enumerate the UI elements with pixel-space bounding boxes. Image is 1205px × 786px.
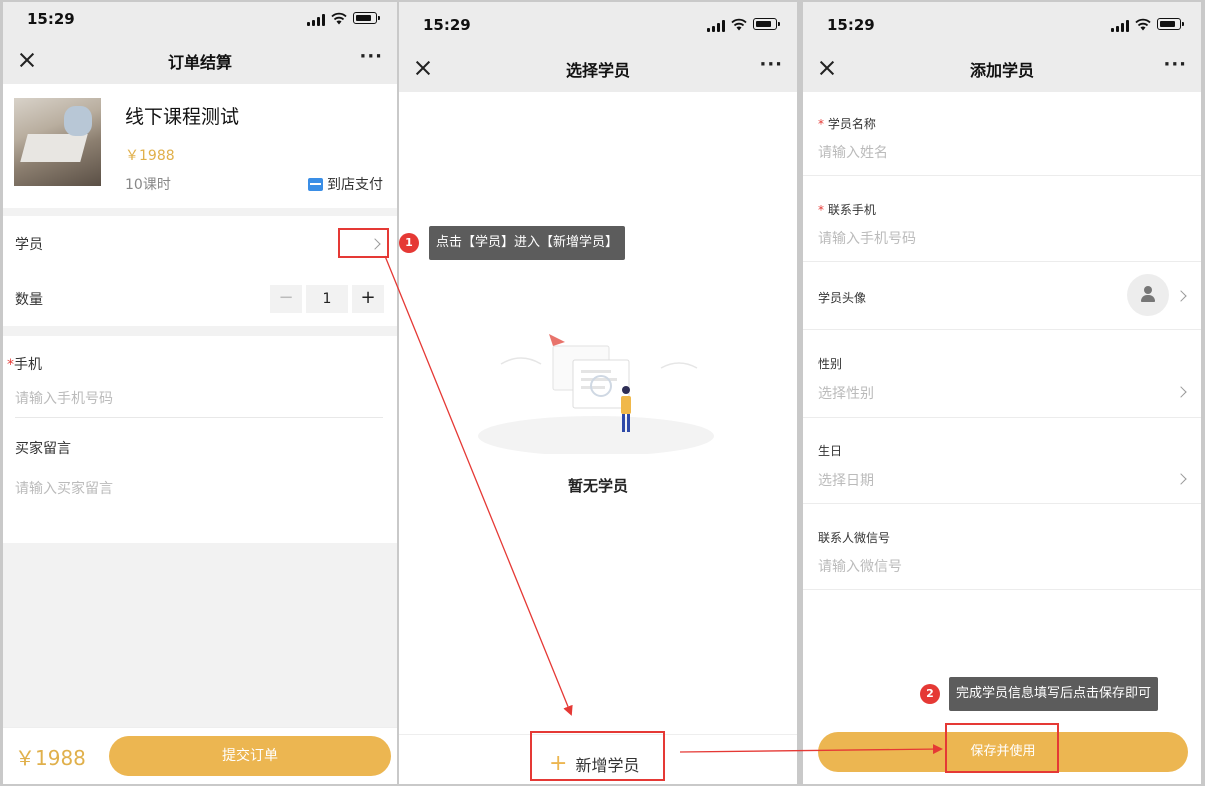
note-label: 买家留言 <box>15 441 71 457</box>
student-name-label: * 学员名称 <box>818 117 876 131</box>
phone-label: *手机 <box>7 357 42 373</box>
wechat-label: 联系人微信号 <box>818 531 891 545</box>
phone-placeholder: 请输入手机号码 <box>15 391 113 407</box>
product-price: ￥1988 <box>125 148 175 164</box>
signal-icon <box>1111 20 1129 32</box>
step-1-badge: 1 <box>399 233 419 253</box>
status-time: 15:29 <box>423 16 471 34</box>
battery-icon <box>753 18 780 30</box>
more-icon[interactable]: ··· <box>359 46 383 67</box>
total-price: ￥1988 <box>15 746 86 770</box>
student-label: 学员 <box>15 237 43 253</box>
page-title: 订单结算 <box>167 53 232 72</box>
select-student-screen: 15:29 选择学员 ··· 暂无学员 + 新增学员 <box>399 2 797 784</box>
decrement-button[interactable]: − <box>270 285 302 313</box>
student-name-placeholder: 请输入姓名 <box>818 145 888 161</box>
section-divider <box>3 326 397 336</box>
wechat-field[interactable]: 联系人微信号 请输入微信号 <box>803 504 1201 590</box>
birthday-label: 生日 <box>818 444 843 458</box>
empty-state-text: 暂无学员 <box>567 477 628 495</box>
status-bar: 15:29 <box>3 2 397 40</box>
student-phone-label: * 联系手机 <box>818 203 876 217</box>
product-card: 线下课程测试 ￥1988 10课时 到店支付 <box>3 84 397 208</box>
nav-bar: 选择学员 ··· <box>399 44 797 92</box>
wifi-icon <box>731 18 747 31</box>
submit-order-button[interactable]: 提交订单 <box>109 736 391 776</box>
nav-bar: 添加学员 ··· <box>803 44 1201 92</box>
chevron-right-icon <box>1175 473 1187 485</box>
empty-state-illustration <box>478 334 714 454</box>
signal-icon <box>707 20 725 32</box>
avatar-placeholder-icon[interactable] <box>1127 274 1169 316</box>
student-phone-field[interactable]: * 联系手机 请输入手机号码 <box>803 176 1201 262</box>
gender-field[interactable]: 性别 选择性别 <box>803 330 1201 418</box>
highlight-box-save <box>945 723 1059 773</box>
chevron-right-icon <box>1175 290 1187 302</box>
highlight-box-student <box>338 228 389 258</box>
step-1-callout: 点击【学员】进入【新增学员】 <box>429 226 626 260</box>
nav-bar: 订单结算 ··· <box>3 36 397 84</box>
product-title: 线下课程测试 <box>125 106 240 128</box>
empty-area <box>3 543 397 727</box>
status-time: 15:29 <box>27 10 75 28</box>
product-thumbnail <box>14 98 101 186</box>
pay-method-label: 到店支付 <box>327 177 383 193</box>
gender-label: 性别 <box>818 357 843 371</box>
battery-icon <box>1157 18 1184 30</box>
status-time: 15:29 <box>827 16 875 34</box>
pay-method: 到店支付 <box>308 174 383 194</box>
quantity-value[interactable]: 1 <box>306 285 348 313</box>
gender-placeholder: 选择性别 <box>818 386 874 402</box>
more-icon[interactable]: ··· <box>1163 54 1187 75</box>
wifi-icon <box>331 12 347 25</box>
page-title: 选择学员 <box>565 61 630 80</box>
status-icons <box>707 18 780 32</box>
step-2-callout: 完成学员信息填写后点击保存即可 <box>949 677 1159 711</box>
quantity-label: 数量 <box>15 292 43 308</box>
status-bar: 15:29 <box>399 2 797 48</box>
required-mark: * <box>7 357 14 373</box>
increment-button[interactable]: + <box>352 285 384 313</box>
section-divider <box>3 208 397 216</box>
quantity-stepper: − 1 + <box>270 285 384 313</box>
chevron-right-icon <box>1175 386 1187 398</box>
add-student-screen: 15:29 添加学员 ··· * 学员名称 请输入姓名 * 联系手机 请输入手机… <box>803 2 1201 784</box>
order-checkout-screen: 15:29 订单结算 ··· 线下课程测试 ￥1988 10课时 到店支付 学员… <box>3 2 397 784</box>
note-field[interactable]: 买家留言 请输入买家留言 <box>3 418 397 542</box>
birthday-field[interactable]: 生日 选择日期 <box>803 418 1201 504</box>
student-name-field[interactable]: * 学员名称 请输入姓名 <box>803 90 1201 176</box>
wifi-icon <box>1135 18 1151 31</box>
battery-icon <box>353 12 380 24</box>
status-icons <box>307 12 380 26</box>
phone-field[interactable]: *手机 请输入手机号码 <box>3 336 397 418</box>
signal-icon <box>307 14 325 26</box>
status-bar: 15:29 <box>803 2 1201 48</box>
store-icon <box>308 177 323 191</box>
checkout-footer: ￥1988 提交订单 <box>3 727 397 784</box>
product-lessons: 10课时 <box>125 177 171 193</box>
wechat-placeholder: 请输入微信号 <box>818 559 902 575</box>
status-icons <box>1111 18 1184 32</box>
more-icon[interactable]: ··· <box>759 54 783 75</box>
birthday-placeholder: 选择日期 <box>818 473 874 489</box>
note-placeholder: 请输入买家留言 <box>15 481 113 497</box>
student-phone-placeholder: 请输入手机号码 <box>818 231 916 247</box>
student-avatar-row[interactable]: 学员头像 <box>803 262 1201 330</box>
page-title: 添加学员 <box>969 61 1034 80</box>
step-2-badge: 2 <box>920 684 940 704</box>
highlight-box-add-student <box>530 731 665 781</box>
student-avatar-label: 学员头像 <box>818 291 867 305</box>
